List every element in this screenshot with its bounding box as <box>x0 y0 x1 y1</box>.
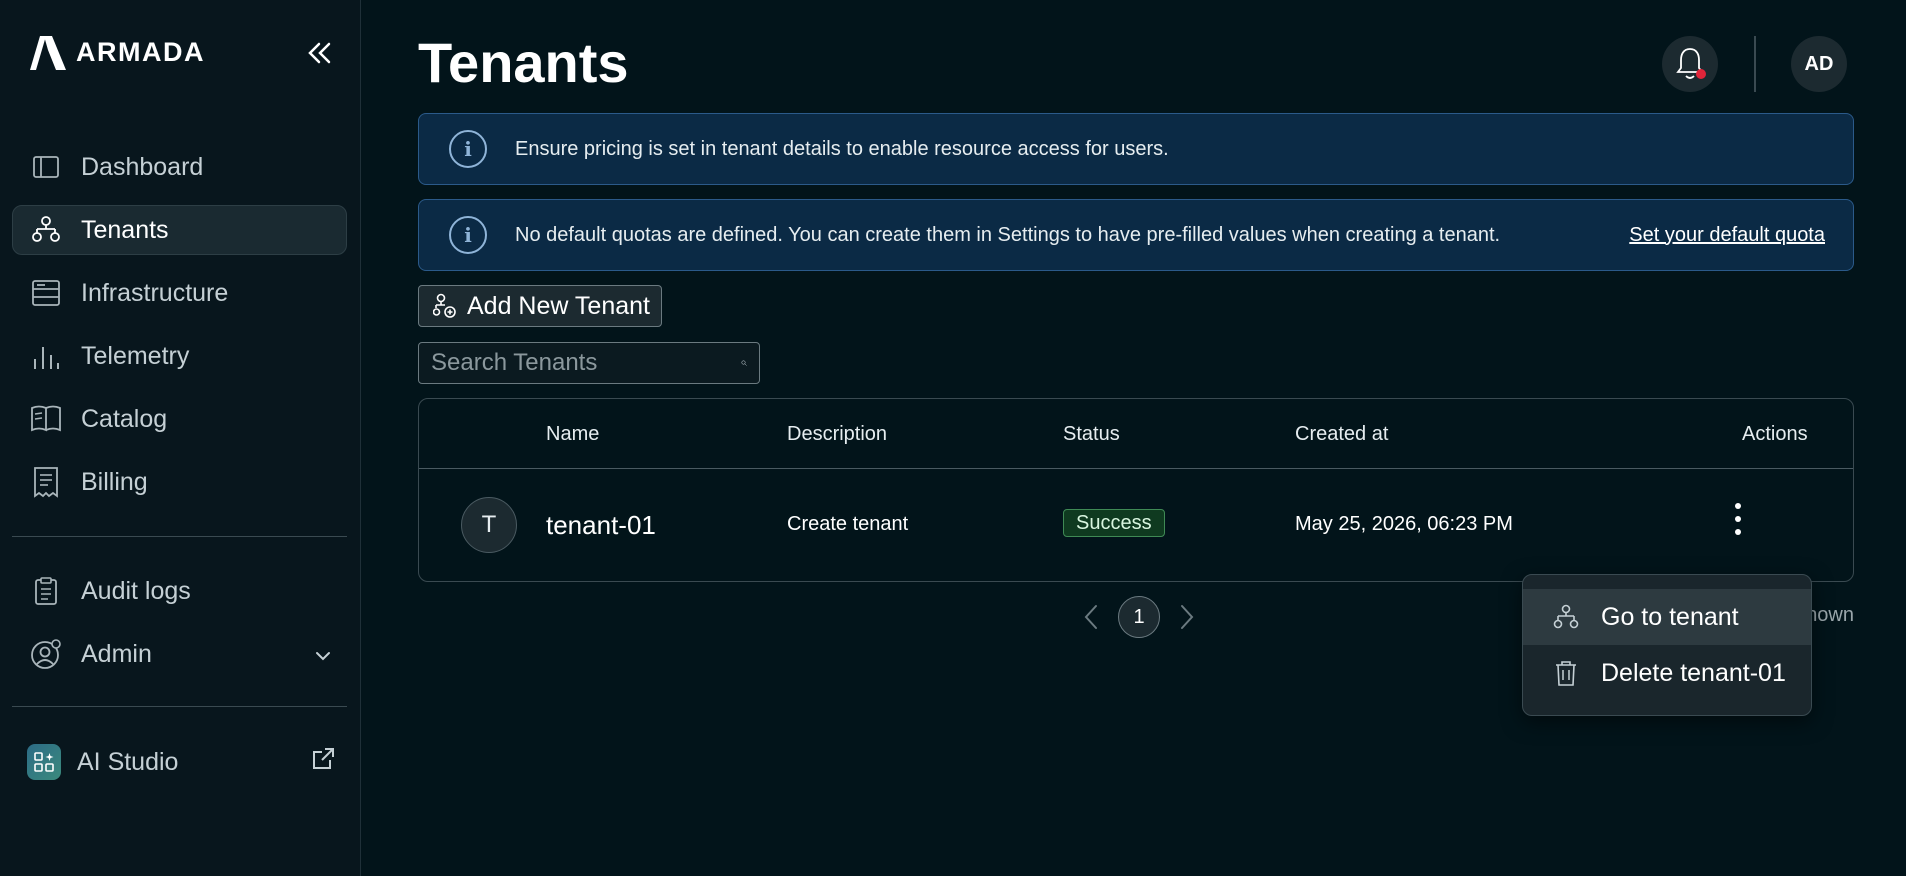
sidebar-item-tenants[interactable]: Tenants <box>12 205 347 255</box>
sidebar-nav: Dashboard Tenants Infrastructure Telemet… <box>12 142 347 520</box>
server-icon <box>29 276 63 310</box>
app-root: ARMADA Dashboard Tenants Infrastructure … <box>0 0 1906 876</box>
sidebar-item-label: Admin <box>81 639 152 668</box>
page-title: Tenants <box>418 31 629 94</box>
status-badge: Success <box>1063 509 1165 537</box>
page-button-current[interactable]: 1 <box>1118 596 1160 638</box>
row-actions-button[interactable] <box>1725 499 1751 539</box>
add-new-tenant-button[interactable]: Add New Tenant <box>418 285 662 327</box>
apps-icon <box>27 744 61 780</box>
info-icon: i <box>449 130 487 168</box>
column-header-name: Name <box>546 423 600 445</box>
sidebar-divider <box>12 536 347 537</box>
sidebar-divider <box>12 706 347 707</box>
table-row[interactable]: T tenant-01 Create tenant Success May 25… <box>419 469 1853 581</box>
search-input[interactable] <box>431 349 741 377</box>
add-tenant-icon <box>433 293 457 319</box>
pagination: 1 <box>1078 596 1200 638</box>
notifications-button[interactable] <box>1662 36 1718 92</box>
double-chevron-left-icon <box>308 42 331 64</box>
column-header-description: Description <box>787 423 888 445</box>
kebab-dot <box>1735 516 1741 522</box>
sidebar: ARMADA Dashboard Tenants Infrastructure … <box>0 0 361 876</box>
add-new-tenant-label: Add New Tenant <box>467 291 650 320</box>
kebab-dot <box>1735 529 1741 535</box>
previous-page-button[interactable] <box>1078 599 1104 635</box>
menu-item-label: Go to tenant <box>1601 602 1739 631</box>
table-header: Name Description Status Created at Actio… <box>419 399 1853 469</box>
column-header-status: Status <box>1063 423 1120 445</box>
info-icon: i <box>449 216 487 254</box>
user-avatar[interactable]: AD <box>1791 36 1847 92</box>
dashboard-icon <box>29 150 63 184</box>
tenants-icon <box>29 213 63 247</box>
trash-icon <box>1553 659 1579 687</box>
banner-text: No default quotas are defined. You can c… <box>515 223 1501 246</box>
chevron-left-icon <box>1084 605 1097 629</box>
tenant-name[interactable]: tenant-01 <box>546 510 656 541</box>
banner-text: Ensure pricing is set in tenant details … <box>515 137 1169 160</box>
receipt-icon <box>29 465 63 499</box>
sidebar-item-label: Infrastructure <box>81 278 229 307</box>
quota-info-banner: i No default quotas are defined. You can… <box>418 199 1854 271</box>
chevron-right-icon <box>1181 605 1194 629</box>
sidebar-item-label: Catalog <box>81 404 168 433</box>
go-to-tenant-menu-item[interactable]: Go to tenant <box>1523 589 1811 645</box>
sidebar-item-ai-studio[interactable]: AI Studio <box>12 737 347 787</box>
user-gear-icon <box>29 637 63 671</box>
row-actions-menu: Go to tenant Delete tenant-01 <box>1522 574 1812 716</box>
next-page-button[interactable] <box>1174 599 1200 635</box>
brand-name: ARMADA <box>76 36 205 67</box>
pricing-info-banner: i Ensure pricing is set in tenant detail… <box>418 113 1854 185</box>
column-header-created-at: Created at <box>1295 423 1389 445</box>
header-divider <box>1754 36 1756 92</box>
sidebar-apps-nav: AI Studio <box>12 737 347 800</box>
armada-logo-icon <box>30 36 66 70</box>
external-link-icon <box>310 746 336 779</box>
brand-logo[interactable]: ARMADA <box>26 32 205 72</box>
sidebar-item-billing[interactable]: Billing <box>12 457 347 507</box>
collapse-sidebar-button[interactable] <box>302 36 336 70</box>
tenants-icon <box>1553 604 1579 630</box>
search-tenants <box>418 342 760 384</box>
sidebar-item-telemetry[interactable]: Telemetry <box>12 331 347 381</box>
chevron-down-icon <box>314 640 332 669</box>
tenant-description: Create tenant <box>787 513 909 535</box>
delete-tenant-menu-item[interactable]: Delete tenant-01 <box>1523 645 1811 701</box>
sidebar-item-audit-logs[interactable]: Audit logs <box>12 566 347 616</box>
search-icon[interactable] <box>741 351 747 375</box>
catalog-icon <box>29 402 63 436</box>
sidebar-secondary-nav: Audit logs Admin <box>12 566 347 692</box>
sidebar-item-label: Tenants <box>81 215 169 244</box>
bar-chart-icon <box>29 339 63 373</box>
sidebar-item-label: Telemetry <box>81 341 190 370</box>
clipboard-icon <box>29 574 63 608</box>
sidebar-item-infrastructure[interactable]: Infrastructure <box>12 268 347 318</box>
tenant-avatar: T <box>461 497 517 553</box>
sidebar-item-label: AI Studio <box>77 747 179 776</box>
tenants-table: Name Description Status Created at Actio… <box>418 398 1854 582</box>
sidebar-item-admin[interactable]: Admin <box>12 629 347 679</box>
sidebar-item-catalog[interactable]: Catalog <box>12 394 347 444</box>
tenant-created-at: May 25, 2026, 06:23 PM <box>1295 513 1513 535</box>
notification-badge <box>1696 69 1706 79</box>
menu-item-label: Delete tenant-01 <box>1601 658 1786 687</box>
column-header-actions: Actions <box>1742 423 1808 445</box>
sidebar-item-label: Dashboard <box>81 152 204 181</box>
sidebar-item-label: Audit logs <box>81 576 191 605</box>
sidebar-item-dashboard[interactable]: Dashboard <box>12 142 347 192</box>
set-default-quota-link[interactable]: Set your default quota <box>1629 224 1825 247</box>
kebab-dot <box>1735 503 1741 509</box>
sidebar-item-label: Billing <box>81 467 148 496</box>
